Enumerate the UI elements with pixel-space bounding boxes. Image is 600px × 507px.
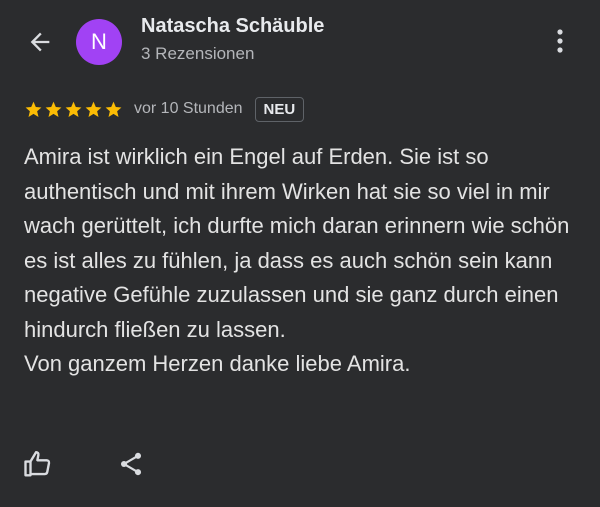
star-rating bbox=[24, 100, 124, 119]
author-name[interactable]: Natascha Schäuble bbox=[141, 15, 324, 38]
review-count[interactable]: 3 Rezensionen bbox=[141, 44, 254, 64]
share-icon bbox=[120, 452, 142, 476]
like-button[interactable] bbox=[21, 447, 55, 481]
star-icon bbox=[105, 101, 122, 117]
star-icon bbox=[85, 101, 102, 117]
back-button[interactable] bbox=[22, 26, 58, 58]
new-badge: NEU bbox=[254, 96, 305, 122]
more-options-button[interactable] bbox=[548, 26, 572, 56]
star-icon bbox=[65, 101, 82, 117]
avatar[interactable]: N bbox=[76, 19, 122, 65]
star-icon bbox=[45, 101, 62, 117]
share-button[interactable] bbox=[114, 447, 148, 481]
arrow-left-icon bbox=[30, 32, 50, 52]
review-text: Amira ist wirklich ein Engel auf Erden. … bbox=[24, 140, 584, 382]
rating-row: vor 10 Stunden NEU bbox=[24, 94, 305, 124]
review-time: vor 10 Stunden bbox=[134, 100, 243, 117]
thumb-up-icon bbox=[24, 450, 51, 477]
avatar-letter: N bbox=[91, 29, 107, 54]
more-vert-icon bbox=[557, 29, 563, 53]
star-icon bbox=[25, 101, 42, 117]
review-paragraph: Amira ist wirklich ein Engel auf Erden. … bbox=[24, 144, 570, 342]
review-paragraph: Von ganzem Herzen danke liebe Amira. bbox=[24, 351, 411, 376]
